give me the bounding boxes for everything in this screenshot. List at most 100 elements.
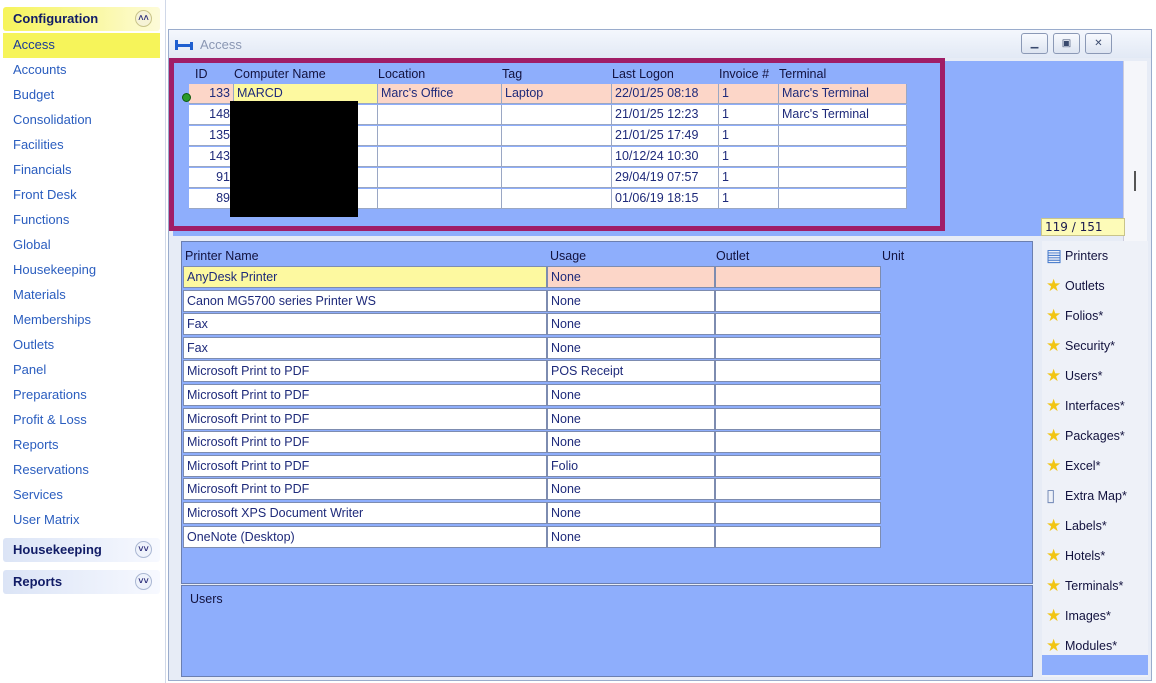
sidebar-item-consolidation[interactable]: Consolidation [3,108,160,133]
printer-cell-name[interactable]: Microsoft Print to PDF [183,454,547,477]
printer-cell-outlet[interactable] [715,407,881,430]
section-configuration[interactable]: Configuration ˄˄ [3,7,160,31]
cell-id[interactable]: 89 [189,189,234,209]
images-button[interactable]: ★ Images* [1042,601,1148,631]
cell-invoice[interactable]: 1 [719,147,779,167]
terminals-button[interactable]: ★ Terminals* [1042,571,1148,601]
printer-cell-name[interactable]: AnyDesk Printer [183,266,547,288]
cell-last-logon[interactable]: 21/01/25 17:49 [612,126,719,146]
col-invoice[interactable]: Invoice # [719,67,769,81]
sidebar-item-reports[interactable]: Reports [3,433,160,458]
printer-cell-name[interactable]: Microsoft Print to PDF [183,407,547,430]
col-id[interactable]: ID [195,67,208,81]
cell-tag[interactable] [502,126,612,146]
sidebar-item-financials[interactable]: Financials [3,158,160,183]
cell-id[interactable]: 91 [189,168,234,188]
col-usage[interactable]: Usage [550,249,586,263]
printer-cell-name[interactable]: Microsoft Print to PDF [183,431,547,454]
printer-cell-usage[interactable]: None [547,384,715,406]
sidebar-item-global[interactable]: Global [3,233,160,258]
sidebar-item-profit-loss[interactable]: Profit & Loss [3,408,160,433]
printer-cell-name[interactable]: Fax [183,313,547,336]
section-reports[interactable]: Reports ˅˅ [3,570,160,594]
cell-id[interactable]: 135 [189,126,234,146]
printer-cell-outlet[interactable] [715,502,881,524]
printer-cell-outlet[interactable] [715,478,881,501]
cell-terminal[interactable] [779,147,907,167]
cell-location[interactable] [378,189,502,209]
cell-last-logon[interactable]: 21/01/25 12:23 [612,105,719,125]
sidebar-item-panel[interactable]: Panel [3,358,160,383]
printer-cell-usage[interactable]: None [547,478,715,501]
printer-cell-usage[interactable]: None [547,431,715,454]
sidebar-item-user-matrix[interactable]: User Matrix [3,508,160,533]
printer-cell-outlet[interactable] [715,454,881,477]
security-button[interactable]: ★ Security* [1042,331,1148,361]
labels-button[interactable]: ★ Labels* [1042,511,1148,541]
cell-invoice[interactable]: 1 [719,105,779,125]
cell-tag[interactable] [502,168,612,188]
col-last-logon[interactable]: Last Logon [612,67,674,81]
sidebar-item-facilities[interactable]: Facilities [3,133,160,158]
cell-tag[interactable] [502,189,612,209]
cell-invoice[interactable]: 1 [719,84,779,104]
printer-cell-name[interactable]: Canon MG5700 series Printer WS [183,289,547,312]
cell-last-logon[interactable]: 01/06/19 18:15 [612,189,719,209]
printer-cell-outlet[interactable] [715,336,881,359]
printer-cell-usage[interactable]: None [547,525,715,548]
printer-cell-outlet[interactable] [715,384,881,406]
cell-invoice[interactable]: 1 [719,168,779,188]
packages-button[interactable]: ★ Packages* [1042,421,1148,451]
chevron-down-icon[interactable]: ˅˅ [135,573,152,590]
col-outlet[interactable]: Outlet [716,249,749,263]
sidebar-item-budget[interactable]: Budget [3,83,160,108]
cell-terminal[interactable] [779,126,907,146]
cell-id[interactable]: 143 [189,147,234,167]
sidebar-item-accounts[interactable]: Accounts [3,58,160,83]
sidebar-item-reservations[interactable]: Reservations [3,458,160,483]
cell-tag[interactable]: Laptop [502,84,612,104]
hotels-button[interactable]: ★ Hotels* [1042,541,1148,571]
cell-location[interactable] [378,168,502,188]
sidebar-item-access[interactable]: Access [3,33,160,58]
col-terminal[interactable]: Terminal [779,67,826,81]
printer-cell-outlet[interactable] [715,360,881,383]
printer-cell-usage[interactable]: None [547,502,715,524]
printer-cell-usage[interactable]: None [547,336,715,359]
chevron-down-icon[interactable]: ˅˅ [135,541,152,558]
printer-cell-outlet[interactable] [715,525,881,548]
printer-cell-usage[interactable]: None [547,289,715,312]
cell-location[interactable] [378,105,502,125]
cell-id[interactable]: 133 [189,84,234,104]
printer-cell-name[interactable]: Microsoft Print to PDF [183,360,547,383]
sidebar-item-front-desk[interactable]: Front Desk [3,183,160,208]
section-housekeeping[interactable]: Housekeeping ˅˅ [3,538,160,562]
cell-last-logon[interactable]: 10/12/24 10:30 [612,147,719,167]
cell-location[interactable] [378,126,502,146]
cell-last-logon[interactable]: 29/04/19 07:57 [612,168,719,188]
col-tag[interactable]: Tag [502,67,522,81]
printer-cell-outlet[interactable] [715,313,881,336]
sidebar-item-materials[interactable]: Materials [3,283,160,308]
cell-terminal[interactable] [779,168,907,188]
col-computer-name[interactable]: Computer Name [234,67,326,81]
restore-button[interactable]: ▣ [1053,33,1080,54]
cell-terminal[interactable] [779,189,907,209]
minimize-button[interactable]: ▁ [1021,33,1048,54]
cell-location[interactable] [378,147,502,167]
sidebar-item-functions[interactable]: Functions [3,208,160,233]
printer-cell-outlet[interactable] [715,289,881,312]
printer-cell-usage[interactable]: Folio [547,454,715,477]
sidebar-item-outlets[interactable]: Outlets [3,333,160,358]
close-button[interactable]: ✕ [1085,33,1112,54]
cell-invoice[interactable]: 1 [719,189,779,209]
folios-button[interactable]: ★ Folios* [1042,301,1148,331]
printer-cell-usage[interactable]: None [547,266,715,288]
printer-cell-name[interactable]: Microsoft XPS Document Writer [183,502,547,524]
printers-button[interactable]: ▤ Printers [1042,241,1148,271]
printer-cell-outlet[interactable] [715,431,881,454]
printer-cell-name[interactable]: Microsoft Print to PDF [183,384,547,406]
cell-location[interactable]: Marc's Office [378,84,502,104]
printer-cell-usage[interactable]: None [547,313,715,336]
sidebar-item-preparations[interactable]: Preparations [3,383,160,408]
